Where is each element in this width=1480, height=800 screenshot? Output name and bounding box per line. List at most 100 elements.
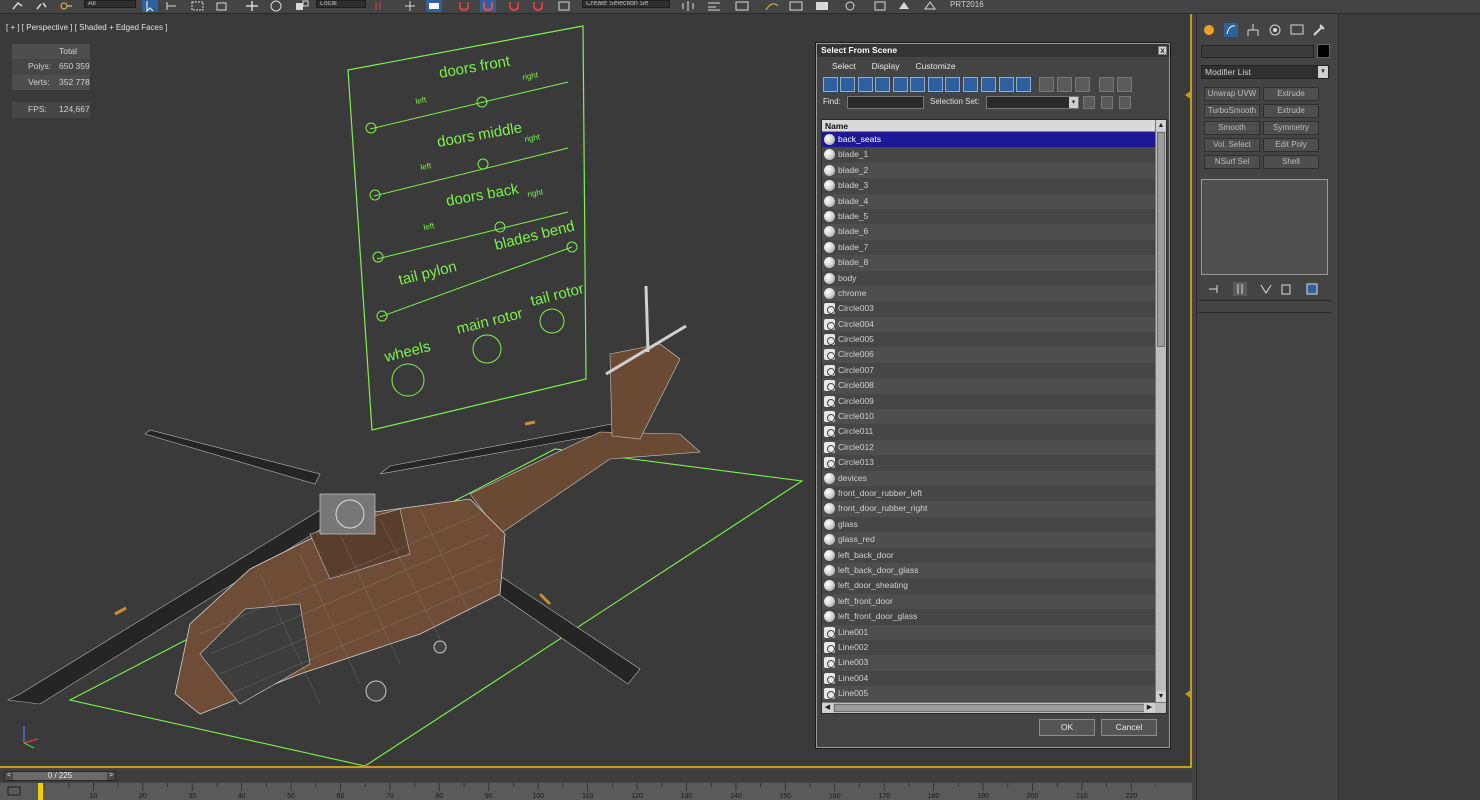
show-end-result-icon[interactable] bbox=[1233, 282, 1247, 296]
horizontal-scroll-thumb[interactable] bbox=[834, 704, 1145, 712]
object-row[interactable]: left_back_door bbox=[822, 547, 1156, 563]
object-row[interactable]: blade_1 bbox=[822, 147, 1156, 163]
display-lights-icon[interactable] bbox=[858, 77, 873, 92]
cancel-button[interactable]: Cancel bbox=[1101, 719, 1157, 736]
extrude-button[interactable]: Extrude bbox=[1263, 87, 1319, 101]
move-icon[interactable] bbox=[244, 0, 260, 12]
bind-spacewarp-icon[interactable] bbox=[58, 0, 74, 12]
object-row[interactable]: devices bbox=[822, 470, 1156, 486]
display-containers-icon[interactable] bbox=[981, 77, 996, 92]
filter-icon[interactable] bbox=[1099, 77, 1114, 92]
scroll-up-icon[interactable]: ▲ bbox=[1156, 120, 1166, 131]
select-manipulate-icon[interactable] bbox=[402, 0, 418, 12]
motion-tab-icon[interactable] bbox=[1267, 22, 1283, 38]
modifier-stack[interactable] bbox=[1201, 179, 1328, 275]
angle-snap-icon[interactable] bbox=[480, 0, 496, 12]
object-row[interactable]: Line003 bbox=[822, 655, 1156, 671]
object-row[interactable]: blade_6 bbox=[822, 224, 1156, 240]
keyboard-shortcut-icon[interactable] bbox=[426, 0, 442, 12]
layer-explorer-icon[interactable] bbox=[734, 0, 750, 12]
display-groups-icon[interactable] bbox=[928, 77, 943, 92]
scroll-right-icon[interactable]: ▶ bbox=[1144, 703, 1155, 713]
track-bar[interactable]: 10 20 30 40 50 60 70 80 90 100 110 120 130 140 150 160 1… bbox=[0, 783, 1192, 800]
object-row[interactable]: back_seats bbox=[822, 132, 1156, 148]
display-spacewarps-icon[interactable] bbox=[910, 77, 925, 92]
object-name-field[interactable] bbox=[1201, 45, 1314, 58]
align-icon[interactable] bbox=[706, 0, 722, 12]
object-row[interactable]: chrome bbox=[822, 285, 1156, 302]
edit-poly-button[interactable]: Edit Poly bbox=[1263, 138, 1319, 152]
remove-modifier-icon[interactable] bbox=[1279, 282, 1293, 296]
dialog-title-bar[interactable]: Select From Scene x bbox=[817, 44, 1169, 57]
object-row[interactable]: front_door_rubber_left bbox=[822, 485, 1156, 502]
object-row[interactable]: Circle009 bbox=[822, 393, 1156, 410]
object-row[interactable]: Circle004 bbox=[822, 316, 1156, 333]
object-row[interactable]: blade_8 bbox=[822, 255, 1156, 271]
object-row[interactable]: Line005 bbox=[822, 686, 1156, 702]
ok-button[interactable]: OK bbox=[1039, 719, 1095, 736]
rendered-frame-icon[interactable] bbox=[872, 0, 888, 12]
create-set-icon[interactable] bbox=[1083, 96, 1095, 109]
spinner-snap-icon[interactable] bbox=[530, 0, 546, 12]
object-row[interactable]: glass bbox=[822, 516, 1156, 533]
display-hidden-icon[interactable] bbox=[1016, 77, 1031, 92]
object-row[interactable]: Circle010 bbox=[822, 409, 1156, 425]
dial-tail-rotor[interactable] bbox=[539, 308, 565, 334]
render-iterative-icon[interactable] bbox=[922, 0, 938, 12]
key-filter-icon[interactable] bbox=[6, 785, 22, 797]
object-row[interactable]: left_front_door bbox=[822, 593, 1156, 610]
object-row[interactable]: blade_3 bbox=[822, 178, 1156, 194]
dial-wheels[interactable] bbox=[391, 363, 425, 397]
shell-button[interactable]: Shell bbox=[1263, 155, 1319, 169]
turbosmooth-button[interactable]: TurboSmooth bbox=[1204, 104, 1260, 118]
rect-selection-icon[interactable] bbox=[190, 0, 206, 12]
unwrap-uvw-button[interactable]: Unwrap UVW bbox=[1204, 87, 1260, 101]
object-row[interactable]: Line004 bbox=[822, 670, 1156, 687]
display-xrefs-icon[interactable] bbox=[945, 77, 960, 92]
render-setup-icon[interactable] bbox=[842, 0, 858, 12]
object-row[interactable]: blade_4 bbox=[822, 193, 1156, 209]
curve-editor-icon[interactable] bbox=[764, 0, 780, 12]
scale-icon[interactable] bbox=[294, 0, 310, 12]
rotate-icon[interactable] bbox=[268, 0, 284, 12]
chevron-down-icon[interactable]: ▾ bbox=[1069, 97, 1078, 108]
edit-set-icon[interactable] bbox=[1101, 96, 1113, 109]
modify-tab-icon[interactable] bbox=[1223, 22, 1239, 38]
smooth-button[interactable]: Smooth bbox=[1204, 121, 1260, 135]
scene-object-list[interactable]: Name back_seats blade_1 blade_2 blade_3 blad… bbox=[821, 119, 1167, 714]
symmetry-button[interactable]: Symmetry bbox=[1263, 121, 1319, 135]
display-shapes-icon[interactable] bbox=[840, 77, 855, 92]
named-selection-dropdown[interactable]: Create Selection Se bbox=[582, 0, 670, 8]
object-row[interactable]: glass_red bbox=[822, 532, 1156, 548]
display-geometry-icon[interactable] bbox=[823, 77, 838, 92]
percent-snap-icon[interactable] bbox=[506, 0, 522, 12]
knob-doors-back-mid[interactable] bbox=[494, 221, 506, 233]
mirror-icon[interactable] bbox=[680, 0, 696, 12]
hierarchy-tab-icon[interactable] bbox=[1245, 22, 1261, 38]
select-by-name-icon[interactable] bbox=[164, 0, 180, 12]
selection-filter-dropdown[interactable]: All bbox=[84, 0, 136, 8]
utilities-tab-icon[interactable] bbox=[1311, 22, 1327, 38]
object-row[interactable]: blade_7 bbox=[822, 239, 1156, 256]
select-none-icon[interactable] bbox=[1057, 77, 1072, 92]
object-row[interactable]: Line002 bbox=[822, 639, 1156, 656]
object-row[interactable]: left_front_door_glass bbox=[822, 609, 1156, 625]
object-row[interactable]: Line001 bbox=[822, 624, 1156, 640]
create-tab-icon[interactable] bbox=[1201, 22, 1217, 38]
helicopter-model[interactable] bbox=[6, 285, 701, 715]
reference-coord-dropdown[interactable]: Local bbox=[316, 0, 366, 8]
selection-set-dropdown[interactable]: ▾ bbox=[986, 96, 1079, 109]
object-row[interactable]: Circle011 bbox=[822, 424, 1156, 440]
slider-doors-front[interactable] bbox=[369, 81, 569, 130]
menu-select[interactable]: Select bbox=[832, 61, 856, 71]
viewport-label[interactable]: [ + ] [ Perspective ] [ Shaded + Edged F… bbox=[6, 23, 167, 32]
pivot-center-icon[interactable] bbox=[372, 0, 388, 12]
select-invert-icon[interactable] bbox=[1075, 77, 1090, 92]
object-row[interactable]: Circle006 bbox=[822, 347, 1156, 363]
column-header-name[interactable]: Name bbox=[822, 120, 1156, 132]
select-object-icon[interactable] bbox=[142, 0, 158, 12]
menu-customize[interactable]: Customize bbox=[916, 61, 956, 71]
edit-named-sets-icon[interactable] bbox=[556, 0, 572, 12]
vertical-scroll-thumb[interactable] bbox=[1157, 132, 1165, 347]
object-row[interactable]: blade_5 bbox=[822, 208, 1156, 225]
